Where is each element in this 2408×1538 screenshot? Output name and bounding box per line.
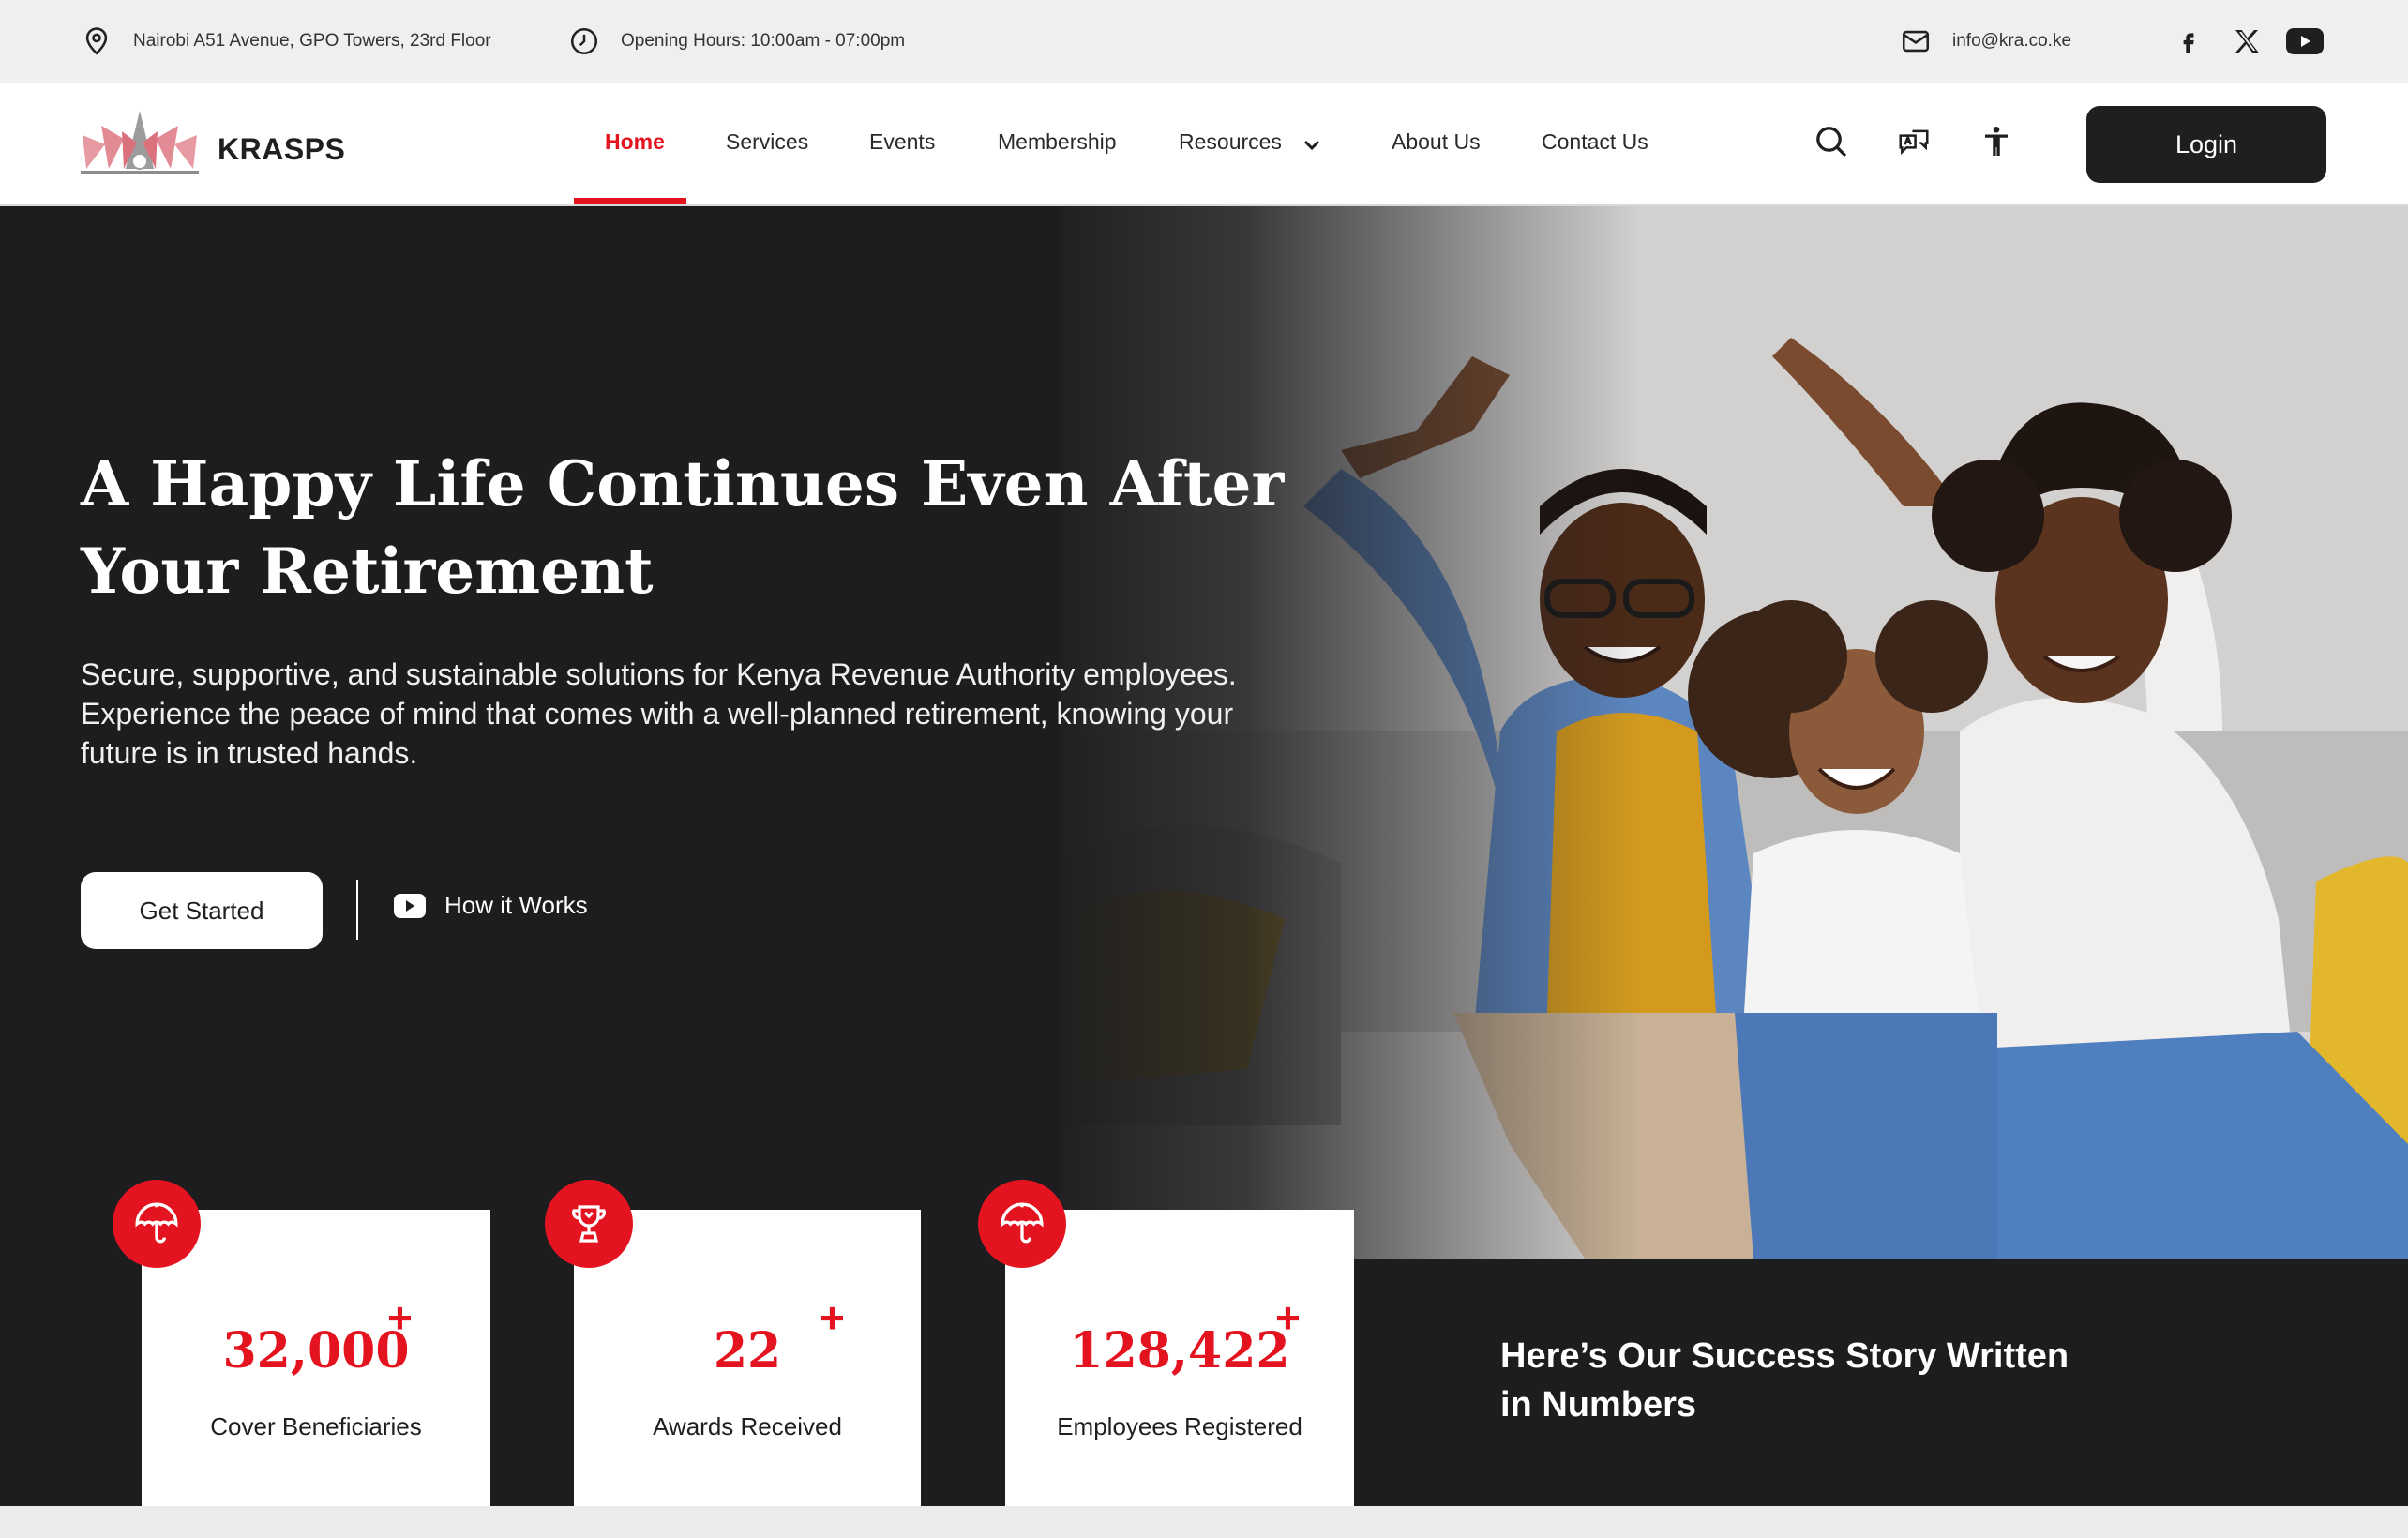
hero-subtitle-line-3: future is in trusted hands. <box>81 736 418 770</box>
stat-value: 22 <box>713 1322 782 1380</box>
stat-label: Awards Received <box>653 1412 842 1440</box>
address-text: Nairobi A51 Avenue, GPO Towers, 23rd Flo… <box>133 31 491 51</box>
umbrella-icon <box>1001 1202 1044 1244</box>
nav-events[interactable]: Events <box>869 129 935 155</box>
stat-card-awards: 22 + Awards Received <box>574 1210 921 1538</box>
play-video-icon <box>394 893 426 918</box>
stat-card-beneficiaries: 32,000 + Cover Beneficiaries <box>142 1210 490 1538</box>
stat-label: Employees Registered <box>1057 1412 1302 1440</box>
stat-badge-employees <box>978 1180 1066 1268</box>
active-nav-indicator <box>574 198 686 204</box>
nav-services[interactable]: Services <box>726 129 808 155</box>
brand-name: KRASPS <box>218 131 346 166</box>
page-bottom-strip <box>0 1506 2408 1538</box>
success-story-heading: Here’s Our Success Story Written in Numb… <box>1500 1332 2069 1429</box>
hero-subtitle-line-2: Experience the peace of mind that comes … <box>81 697 1234 731</box>
brand-logo[interactable]: KRASPS <box>81 111 345 176</box>
email-info[interactable]: info@kra.co.ke <box>1900 23 2071 60</box>
nav-home[interactable]: Home <box>605 129 665 155</box>
stat-value: 128,422 <box>1069 1322 1290 1380</box>
cta-divider <box>356 880 358 940</box>
mail-icon <box>1902 30 1930 53</box>
get-started-button[interactable]: Get Started <box>81 872 323 949</box>
nav-resources[interactable]: Resources <box>1179 129 1282 155</box>
how-it-works-link[interactable]: How it Works <box>394 891 588 920</box>
hero-title-line-2: Your Retirement <box>81 535 654 608</box>
x-icon <box>2235 30 2259 53</box>
umbrella-icon <box>135 1202 178 1244</box>
nav-contact-us[interactable]: Contact Us <box>1542 129 1648 155</box>
clock-icon <box>570 27 598 55</box>
top-info-bar: Nairobi A51 Avenue, GPO Towers, 23rd Flo… <box>0 0 2408 83</box>
stat-value: 32,000 <box>222 1322 410 1380</box>
accessibility-icon <box>1985 126 2008 156</box>
facebook-icon <box>2183 33 2194 53</box>
hours-text: Opening Hours: 10:00am - 07:00pm <box>621 31 906 51</box>
nav-about-us[interactable]: About Us <box>1392 129 1481 155</box>
x-link[interactable] <box>2226 21 2267 62</box>
how-it-works-label[interactable]: How it Works <box>444 891 588 920</box>
location-icon <box>85 27 108 55</box>
stat-card-employees: 128,422 + Employees Registered <box>1005 1210 1354 1538</box>
youtube-icon <box>2286 28 2324 54</box>
hero-title-line-1: A Happy Life Continues Even After <box>81 447 1285 520</box>
stat-label: Cover Beneficiaries <box>210 1412 422 1440</box>
stat-plus-sign: + <box>820 1293 845 1342</box>
stat-badge-beneficiaries <box>113 1180 201 1268</box>
facebook-link[interactable] <box>2168 21 2209 62</box>
hero-title: A Happy Life Continues Even After Your R… <box>81 441 1300 615</box>
hours-info: Opening Hours: 10:00am - 07:00pm <box>568 23 905 60</box>
translate-icon <box>1899 129 1929 156</box>
hero-subtitle-line-1: Secure, supportive, and sustainable solu… <box>81 657 1237 691</box>
resources-dropdown-toggle[interactable] <box>1288 122 1335 169</box>
hero-subtitle: Secure, supportive, and sustainable solu… <box>81 655 1300 773</box>
youtube-link[interactable] <box>2284 21 2325 62</box>
stat-plus-sign: + <box>1275 1293 1301 1342</box>
login-button[interactable]: Login <box>2086 106 2326 183</box>
search-button[interactable] <box>1808 118 1855 165</box>
address-info: Nairobi A51 Avenue, GPO Towers, 23rd Flo… <box>81 23 491 60</box>
stat-plus-sign: + <box>387 1293 413 1342</box>
translate-button[interactable] <box>1890 118 1937 165</box>
trophy-icon <box>572 1205 606 1243</box>
success-story-line-1: Here’s Our Success Story Written <box>1500 1336 2069 1376</box>
email-text[interactable]: info@kra.co.ke <box>1952 31 2071 52</box>
stat-badge-awards <box>545 1180 633 1268</box>
nav-membership[interactable]: Membership <box>998 129 1117 155</box>
success-story-line-2: in Numbers <box>1500 1385 1697 1425</box>
krasps-logo-icon <box>81 111 199 174</box>
chevron-down-icon <box>1303 140 1320 151</box>
main-navbar: KRASPS Home Services Events Membership R… <box>0 83 2408 206</box>
accessibility-button[interactable] <box>1973 118 2020 165</box>
search-icon <box>1816 127 1847 158</box>
